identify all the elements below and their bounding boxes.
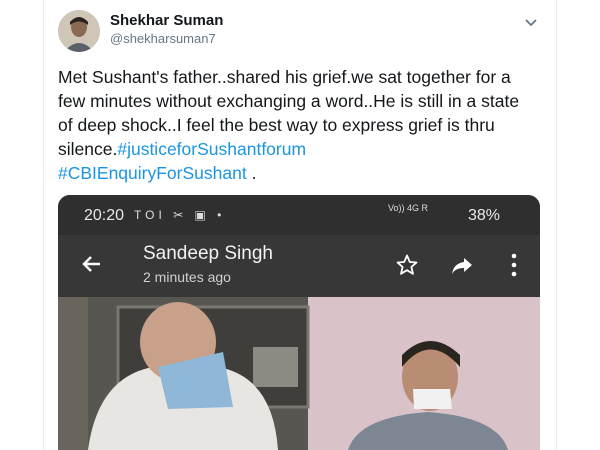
- tweet-text: Met Sushant's father..shared his grief.w…: [58, 65, 528, 185]
- network-indicator: Vo)) 4G R: [388, 203, 429, 213]
- tweet-card: Shekhar Suman @shekharsuman7 Met Sushant…: [0, 0, 600, 450]
- message-time: 2 minutes ago: [143, 269, 231, 285]
- right-border: [556, 0, 557, 450]
- sender-name: Sandeep Singh: [143, 243, 273, 264]
- author-name[interactable]: Shekhar Suman: [110, 12, 223, 29]
- more-vert-icon: [511, 253, 517, 277]
- avatar[interactable]: [58, 10, 100, 52]
- left-border: [43, 0, 44, 450]
- status-icons: TOI ✂ ▣ •: [134, 208, 226, 222]
- star-icon: [396, 254, 418, 275]
- status-time: 20:20: [84, 207, 125, 224]
- hashtag-justice[interactable]: #justiceforSushantforum: [117, 139, 306, 159]
- phone-status-bar: 20:20 TOI ✂ ▣ • Vo)) 4G R 38%: [58, 195, 540, 235]
- message-app-bar: Sandeep Singh 2 minutes ago: [58, 235, 540, 297]
- chevron-down-icon[interactable]: [523, 14, 539, 30]
- tweet-tail: .: [246, 163, 257, 183]
- back-arrow-icon: [82, 256, 100, 272]
- battery-level: 38%: [468, 207, 501, 224]
- author-handle[interactable]: @shekharsuman7: [110, 31, 216, 46]
- tweet-media-image[interactable]: 20:20 TOI ✂ ▣ • Vo)) 4G R 38% Sandeep Si…: [58, 195, 540, 450]
- photo-scene: [58, 297, 540, 450]
- hashtag-cbi[interactable]: #CBIEnquiryForSushant: [58, 163, 247, 183]
- share-icon: [452, 258, 472, 274]
